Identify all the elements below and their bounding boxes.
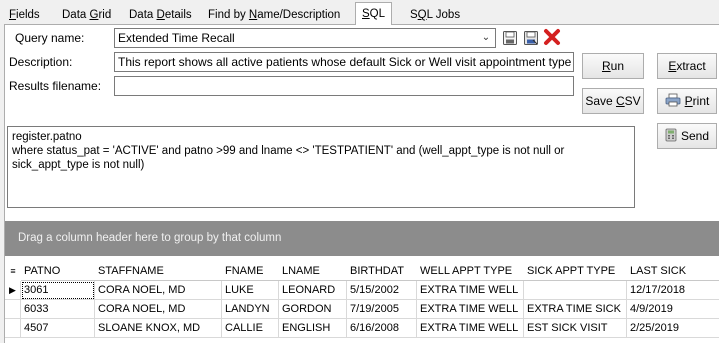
group-by-hint: Drag a column header here to group by th… xyxy=(18,232,282,244)
table-cell[interactable]: CORA NOEL, MD xyxy=(95,300,222,319)
column-header[interactable]: LAST SICK xyxy=(627,262,719,281)
tab-data-details[interactable]: Data Details xyxy=(122,4,199,24)
tab-label: Data xyxy=(62,9,90,21)
send-button[interactable]: Send xyxy=(657,123,717,149)
row-indicator xyxy=(5,319,21,338)
column-chooser-icon[interactable]: ≡ xyxy=(5,262,21,281)
chevron-down-icon: ⌄ xyxy=(481,32,491,43)
tab-data-grid[interactable]: Data Grid xyxy=(55,4,118,24)
table-cell[interactable]: 6/16/2008 xyxy=(347,319,417,338)
delete-icon[interactable] xyxy=(542,27,561,46)
button-label: rint xyxy=(692,94,710,108)
column-header[interactable]: PATNO xyxy=(21,262,95,281)
save-icon[interactable] xyxy=(500,28,519,47)
group-by-panel[interactable]: Drag a column header here to group by th… xyxy=(5,221,719,256)
table-cell[interactable]: EXTRA TIME SICK xyxy=(524,300,627,319)
tab-label-accel: S xyxy=(362,8,370,20)
extract-button[interactable]: Extract xyxy=(657,53,717,79)
save-csv-button[interactable]: Save CSV xyxy=(582,88,644,114)
table-row[interactable]: 6033 CORA NOEL, MD LANDYN GORDON 7/19/20… xyxy=(5,300,719,319)
table-row[interactable]: ▶ 3061 CORA NOEL, MD LUKE LEONARD 5/15/2… xyxy=(5,281,719,300)
tab-label-accel: F xyxy=(9,9,17,21)
table-cell[interactable]: 12/17/2018 xyxy=(627,281,719,300)
results-filename-input[interactable] xyxy=(114,76,574,96)
table-cell[interactable]: 5/15/2002 xyxy=(347,281,417,300)
table-cell[interactable]: CALLIE xyxy=(222,319,279,338)
table-cell[interactable]: ENGLISH xyxy=(279,319,347,338)
tab-label-accel: Q xyxy=(417,9,427,21)
send-icon xyxy=(665,128,677,145)
tab-fields[interactable]: Fields xyxy=(2,4,47,24)
table-cell[interactable]: EST SICK VISIT xyxy=(524,319,627,338)
table-cell[interactable]: LANDYN xyxy=(222,300,279,319)
tab-label: S xyxy=(410,9,418,21)
button-label: Send xyxy=(680,129,710,143)
tab-sql-jobs[interactable]: SQL Jobs xyxy=(403,4,467,24)
button-label-accel: P xyxy=(684,94,693,108)
table-cell[interactable]: SLOANE KNOX, MD xyxy=(95,319,222,338)
button-label: un xyxy=(610,59,625,73)
sql-line: sick_appt_type is not null) xyxy=(12,159,145,171)
table-cell[interactable]: EXTRA TIME WELL xyxy=(417,319,524,338)
tab-label: QL xyxy=(369,8,386,20)
table-cell[interactable]: 7/19/2005 xyxy=(347,300,417,319)
results-filename-label: Results filename: xyxy=(9,79,102,93)
grid-header-row: ≡ PATNO STAFFNAME FNAME LNAME BIRTHDAT W… xyxy=(5,262,719,281)
sql-editor[interactable]: register.patno where status_pat = 'ACTIV… xyxy=(7,126,635,208)
tab-label: etails xyxy=(164,9,192,21)
table-cell[interactable]: CORA NOEL, MD xyxy=(95,281,222,300)
tab-label: Data xyxy=(129,9,157,21)
description-label: Description: xyxy=(9,55,73,69)
tab-strip: Fields Data Grid Data Details Find by Na… xyxy=(0,0,719,25)
query-name-dropdown[interactable]: Extended Time Recall ⌄ xyxy=(114,28,496,48)
table-cell[interactable]: 6033 xyxy=(21,300,95,319)
button-label-accel: C xyxy=(616,94,625,108)
save-as-icon[interactable] xyxy=(521,28,540,47)
query-name-label: Query name: xyxy=(15,31,85,45)
tab-find-by-name[interactable]: Find by Name/Description xyxy=(201,4,347,24)
printer-icon xyxy=(665,93,681,110)
column-header[interactable]: FNAME xyxy=(222,262,279,281)
row-indicator-icon: ▶ xyxy=(5,281,21,300)
sql-panel: Query name: Extended Time Recall ⌄ Descr… xyxy=(4,24,719,343)
column-header[interactable]: WELL APPT TYPE xyxy=(417,262,524,281)
description-value: This report shows all active patients wh… xyxy=(118,55,572,69)
tab-label-accel: N xyxy=(248,9,258,21)
table-cell[interactable]: 2/25/2019 xyxy=(627,319,719,338)
sql-line: where status_pat = 'ACTIVE' and patno >9… xyxy=(12,145,565,157)
tab-label: ame/Description xyxy=(257,9,341,21)
column-header[interactable]: STAFFNAME xyxy=(95,262,222,281)
print-button[interactable]: Print xyxy=(657,88,717,114)
table-cell[interactable]: EXTRA TIME WELL xyxy=(417,281,524,300)
column-header[interactable]: SICK APPT TYPE xyxy=(524,262,627,281)
row-indicator xyxy=(5,300,21,319)
table-cell[interactable]: 3061 xyxy=(21,281,95,300)
button-label: SV xyxy=(624,94,641,108)
tab-label: ields xyxy=(16,9,40,21)
query-name-value: Extended Time Recall xyxy=(118,31,235,45)
tab-sql[interactable]: SQL xyxy=(355,2,393,25)
sql-line: register.patno xyxy=(12,131,82,143)
table-cell[interactable]: LUKE xyxy=(222,281,279,300)
table-cell[interactable]: EXTRA TIME WELL xyxy=(417,300,524,319)
tab-label: rid xyxy=(98,9,112,21)
column-header[interactable]: BIRTHDAT xyxy=(347,262,417,281)
table-cell[interactable]: 4/9/2019 xyxy=(627,300,719,319)
table-cell[interactable] xyxy=(524,281,627,300)
button-label-accel: R xyxy=(601,59,611,73)
tab-label: L Jobs xyxy=(426,9,461,21)
button-label: xtract xyxy=(676,59,706,73)
tab-label-accel: D xyxy=(156,9,165,21)
description-input[interactable]: This report shows all active patients wh… xyxy=(114,52,574,72)
table-cell[interactable]: 4507 xyxy=(21,319,95,338)
table-cell[interactable]: GORDON xyxy=(279,300,347,319)
button-label: Save xyxy=(585,94,616,108)
run-button[interactable]: Run xyxy=(582,53,644,79)
tab-label: Find by xyxy=(208,9,249,21)
table-row[interactable]: 4507 SLOANE KNOX, MD CALLIE ENGLISH 6/16… xyxy=(5,319,719,338)
column-header[interactable]: LNAME xyxy=(279,262,347,281)
table-cell[interactable]: LEONARD xyxy=(279,281,347,300)
